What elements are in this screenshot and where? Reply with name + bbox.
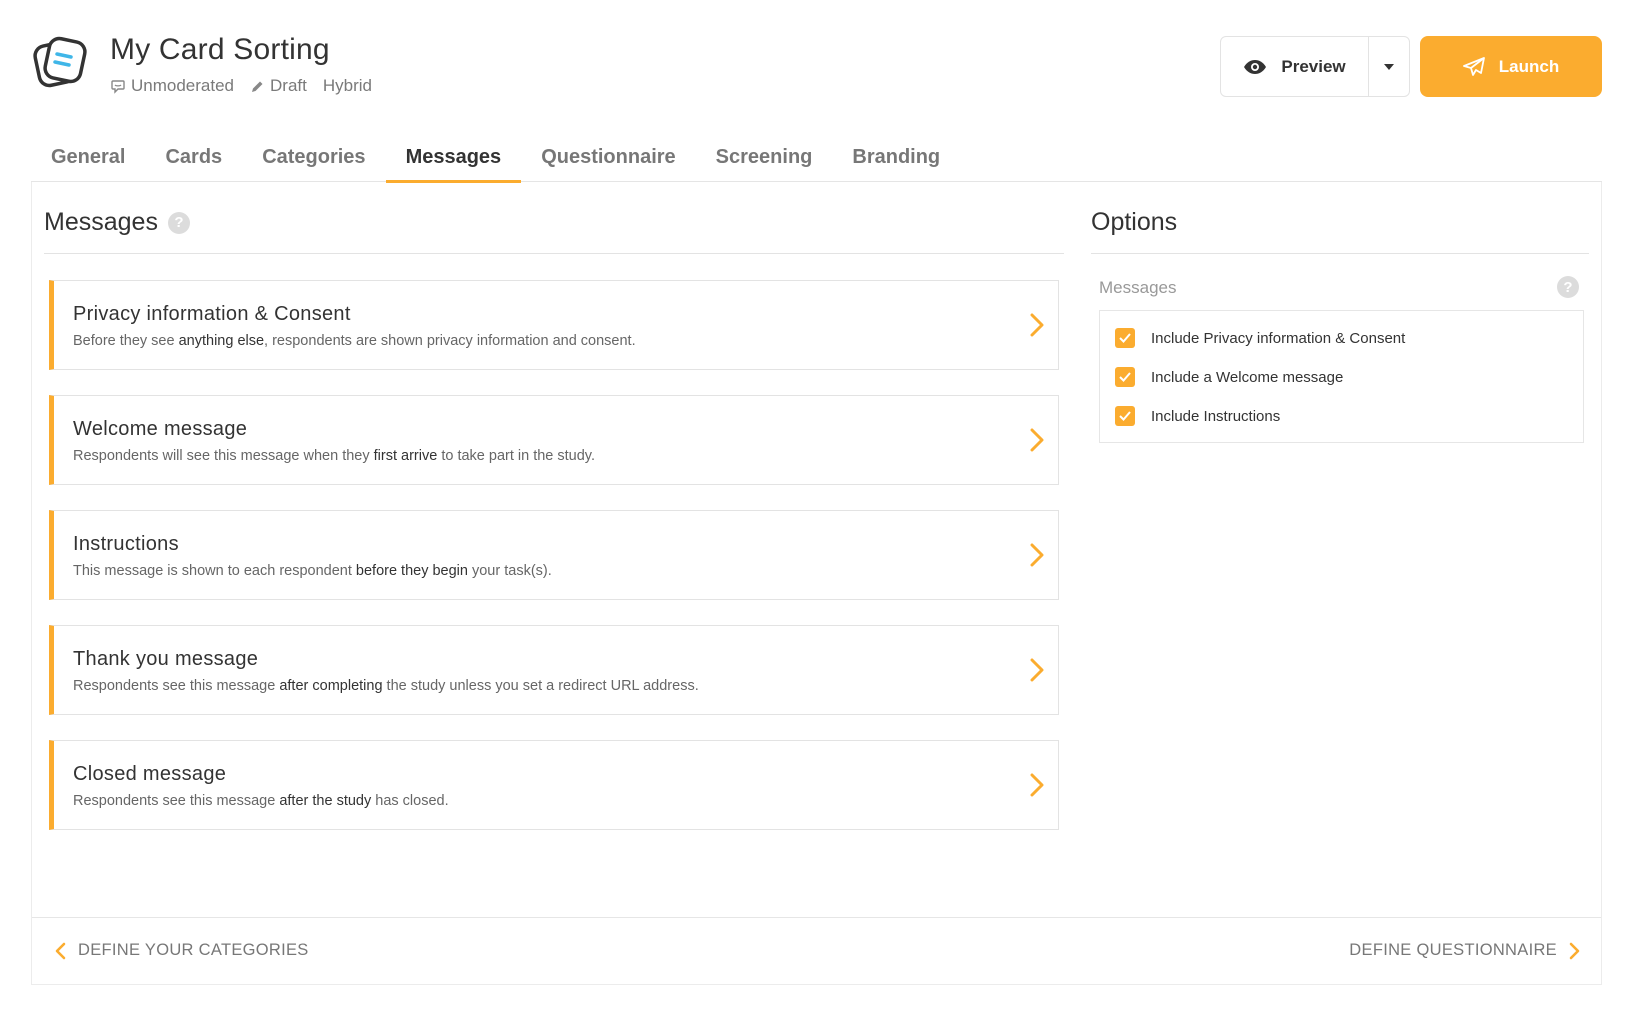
chevron-right-icon: [1030, 428, 1044, 452]
pencil-icon: [252, 81, 263, 92]
chevron-left-icon: [55, 942, 66, 959]
eye-icon: [1244, 59, 1267, 74]
preview-button[interactable]: Preview: [1221, 37, 1369, 96]
paper-plane-icon: [1462, 56, 1485, 76]
chevron-right-icon: [1030, 773, 1044, 797]
preview-button-group: Preview: [1220, 36, 1410, 97]
tab-categories[interactable]: Categories: [242, 138, 385, 182]
checkbox-include-instructions[interactable]: Include Instructions: [1115, 406, 1280, 426]
checkbox-checked-icon[interactable]: [1115, 367, 1135, 387]
next-step-link[interactable]: DEFINE QUESTIONNAIRE: [1349, 941, 1581, 960]
divider: [1091, 253, 1589, 254]
app-logo-icon: [31, 36, 91, 92]
checkbox-checked-icon[interactable]: [1115, 328, 1135, 348]
caret-down-icon: [1384, 63, 1394, 70]
message-card-title: Closed message: [73, 763, 227, 785]
chevron-right-icon: [1030, 543, 1044, 567]
message-card-title: Thank you message: [73, 648, 259, 670]
chevron-right-icon: [1569, 942, 1580, 959]
study-meta: Unmoderated Draft Hybrid: [110, 76, 388, 96]
messages-title: Messages: [44, 208, 158, 236]
checkbox-include-privacy[interactable]: Include Privacy information & Consent: [1115, 328, 1405, 348]
chevron-right-icon: [1030, 313, 1044, 337]
launch-label: Launch: [1498, 56, 1560, 76]
next-step-label: DEFINE QUESTIONNAIRE: [1349, 941, 1557, 959]
status-label: Draft: [270, 76, 307, 95]
step-navigation: DEFINE YOUR CATEGORIES DEFINE QUESTIONNA…: [32, 917, 1601, 984]
tab-questionnaire[interactable]: Questionnaire: [521, 138, 695, 182]
prev-step-label: DEFINE YOUR CATEGORIES: [78, 941, 309, 959]
divider: [44, 253, 1064, 254]
message-card-desc: Respondents see this message after compl…: [73, 678, 699, 694]
tab-bar: General Cards Categories Messages Questi…: [31, 138, 1602, 183]
message-card-instructions[interactable]: Instructions This message is shown to ea…: [49, 510, 1059, 600]
preview-dropdown-button[interactable]: [1369, 37, 1409, 96]
tab-general[interactable]: General: [31, 138, 145, 182]
tab-messages[interactable]: Messages: [385, 138, 522, 183]
options-checkbox-group: Include Privacy information & Consent In…: [1099, 310, 1584, 443]
message-card-welcome[interactable]: Welcome message Respondents will see thi…: [49, 395, 1059, 485]
message-card-desc: This message is shown to each respondent…: [73, 563, 552, 579]
type-badge: Hybrid: [323, 76, 372, 96]
message-card-title: Instructions: [73, 533, 179, 555]
checkbox-label: Include a Welcome message: [1151, 368, 1344, 386]
mode-label: Unmoderated: [131, 76, 235, 95]
options-group-label: Messages: [1099, 278, 1177, 297]
message-card-desc: Respondents see this message after the s…: [73, 793, 449, 809]
tab-branding[interactable]: Branding: [832, 138, 960, 182]
checkbox-checked-icon[interactable]: [1115, 406, 1135, 426]
checkbox-include-welcome[interactable]: Include a Welcome message: [1115, 367, 1343, 387]
tab-cards[interactable]: Cards: [145, 138, 242, 182]
message-card-desc: Respondents will see this message when t…: [73, 448, 596, 464]
message-card-title: Welcome message: [73, 418, 248, 440]
preview-label: Preview: [1281, 56, 1346, 76]
message-card-privacy[interactable]: Privacy information & Consent Before the…: [49, 280, 1059, 370]
study-title: My Card Sorting: [110, 33, 330, 66]
chat-icon: [111, 80, 125, 94]
message-card-thank-you[interactable]: Thank you message Respondents see this m…: [49, 625, 1059, 715]
message-card-closed[interactable]: Closed message Respondents see this mess…: [49, 740, 1059, 830]
mode-badge: Unmoderated: [110, 76, 234, 96]
help-icon[interactable]: ?: [1557, 276, 1579, 298]
main-panel: Messages ? Privacy information & Consent…: [31, 182, 1602, 985]
chevron-right-icon: [1030, 658, 1044, 682]
options-title: Options: [1091, 208, 1178, 236]
help-icon[interactable]: ?: [167, 211, 190, 234]
message-card-desc: Before they see anything else, responden…: [73, 333, 636, 349]
prev-step-link[interactable]: DEFINE YOUR CATEGORIES: [54, 941, 309, 960]
tab-screening[interactable]: Screening: [696, 138, 833, 182]
messages-heading: Messages ?: [44, 208, 190, 237]
message-card-title: Privacy information & Consent: [73, 303, 351, 325]
status-badge: Draft: [250, 76, 307, 96]
type-label: Hybrid: [322, 76, 372, 95]
checkbox-label: Include Instructions: [1151, 407, 1281, 425]
checkbox-label: Include Privacy information & Consent: [1151, 329, 1406, 347]
launch-button[interactable]: Launch: [1420, 36, 1602, 97]
